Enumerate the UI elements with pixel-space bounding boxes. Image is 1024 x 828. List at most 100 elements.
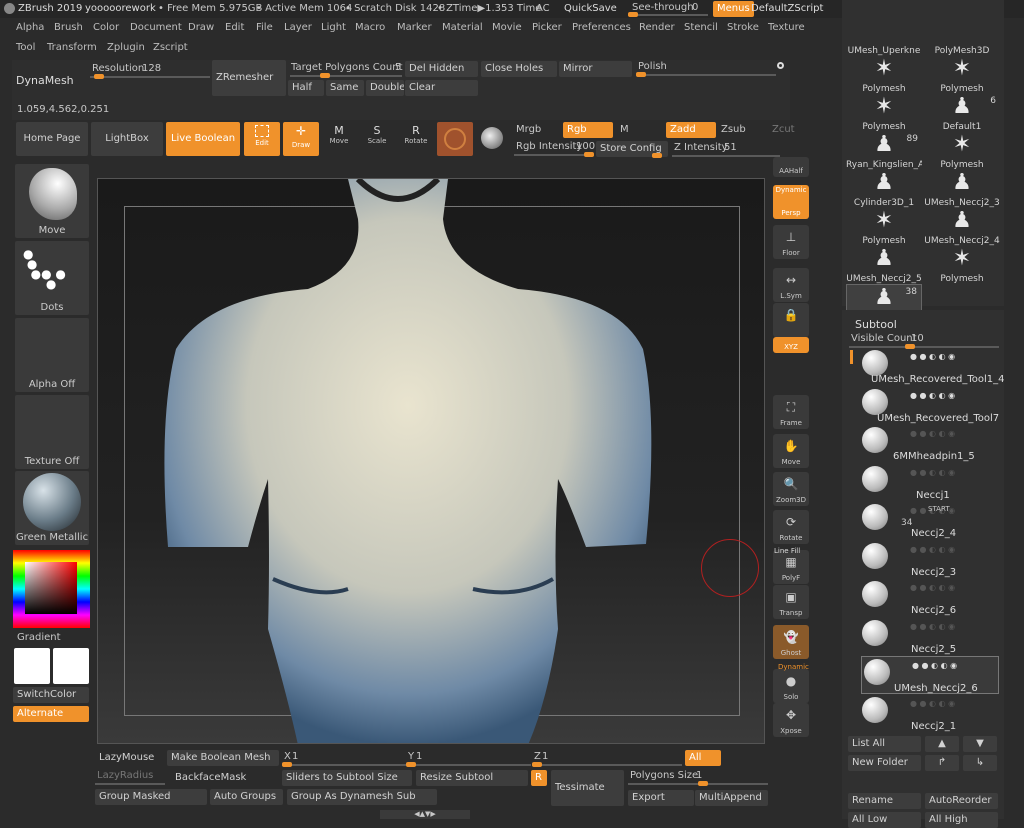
seethrough-label[interactable]: See-through xyxy=(632,2,694,13)
material-swatch-button[interactable] xyxy=(437,122,473,156)
z-slider-handle[interactable] xyxy=(532,762,542,767)
tool-tile[interactable]: ✶ Polymesh xyxy=(846,94,922,133)
x-slider-handle[interactable] xyxy=(282,762,292,767)
lazyradius-slider[interactable] xyxy=(95,783,165,785)
double-button[interactable]: Double xyxy=(366,80,404,96)
z-slider[interactable] xyxy=(532,764,682,766)
visibility-toggle-icon[interactable]: ● ● ◐ ◐ ◉ xyxy=(910,699,955,708)
all-button[interactable]: All xyxy=(685,750,721,766)
multiappend-button[interactable]: MultiAppend xyxy=(695,790,768,806)
polygons-size-label[interactable]: Polygons Size xyxy=(630,770,698,781)
tool-tile[interactable]: ♟ Cylinder3D_1 xyxy=(846,170,922,209)
rgb-intensity-slider[interactable] xyxy=(514,154,594,156)
menu-zplugin[interactable]: Zplugin xyxy=(107,42,145,53)
menu-marker[interactable]: Marker xyxy=(397,22,432,33)
menu-brush[interactable]: Brush xyxy=(54,22,83,33)
shelf-l.sym-button[interactable]: ↔ L.Sym xyxy=(773,268,809,302)
tool-tile[interactable]: ♟ Ryan_Kingslien_A 89 xyxy=(846,132,922,171)
tool-tile[interactable]: ✶ Polymesh xyxy=(924,132,1000,171)
menu-stencil[interactable]: Stencil xyxy=(684,22,718,33)
polish-slider-handle[interactable] xyxy=(636,72,646,77)
move-up-button[interactable]: ▲ xyxy=(925,736,959,752)
shelf-floor-button[interactable]: ⊥ Floor xyxy=(773,225,809,259)
resolution-slider-handle[interactable] xyxy=(94,74,104,79)
shelf-zoom3d-button[interactable]: 🔍 Zoom3D xyxy=(773,472,809,506)
rgb-button[interactable]: Rgb xyxy=(563,122,613,138)
menu-preferences[interactable]: Preferences xyxy=(572,22,631,33)
subtool-item[interactable]: ● ● ◐ ◐ ◉ 6MMheadpin1_5 xyxy=(850,425,1000,463)
zremesher-button[interactable]: ZRemesher xyxy=(212,60,286,96)
y-label[interactable]: Y xyxy=(408,751,414,762)
close-holes-button[interactable]: Close Holes xyxy=(481,61,557,77)
quicksave-button[interactable]: QuickSave xyxy=(564,3,617,14)
zsub-button[interactable]: Zsub xyxy=(721,124,746,135)
live-boolean-button[interactable]: Live Boolean xyxy=(166,122,240,156)
group-as-dynamesh-sub-button[interactable]: Group As Dynamesh Sub xyxy=(287,789,437,805)
menu-picker[interactable]: Picker xyxy=(532,22,562,33)
canvas[interactable] xyxy=(97,178,765,744)
shelf-xpose-button[interactable]: ✥ Xpose xyxy=(773,703,809,737)
scale-button[interactable]: S Scale xyxy=(363,124,391,154)
move-button[interactable]: M Move xyxy=(325,124,353,154)
bottom-tray-arrows-icon[interactable]: ◀▲▼▶ xyxy=(380,810,470,819)
polish-toggle-icon[interactable] xyxy=(777,62,784,69)
torso-model[interactable] xyxy=(98,179,765,744)
m-button[interactable]: M xyxy=(620,124,629,135)
defaultzscript-button[interactable]: DefaultZScript xyxy=(751,3,823,14)
menu-file[interactable]: File xyxy=(256,22,273,33)
material-button[interactable]: Green Metallic xyxy=(15,471,89,545)
shelf-solo-button[interactable]: ● Solo xyxy=(773,669,809,703)
x-label[interactable]: X xyxy=(284,751,291,762)
lightbox-button[interactable]: LightBox xyxy=(91,122,163,156)
menu-texture[interactable]: Texture xyxy=(768,22,805,33)
append-down-button[interactable]: ↳ xyxy=(963,755,997,771)
zadd-button[interactable]: Zadd xyxy=(666,122,716,138)
shelf-move-button[interactable]: ✋ Move xyxy=(773,434,809,468)
sliders-to-subtool-size-button[interactable]: Sliders to Subtool Size xyxy=(282,770,412,786)
color-picker[interactable] xyxy=(13,550,90,628)
visibility-toggle-icon[interactable]: ● ● ◐ ◐ ◉ xyxy=(910,429,955,438)
visibility-toggle-icon[interactable]: ● ● ◐ ◐ ◉ xyxy=(910,622,955,631)
dynamesh-button[interactable]: DynaMesh xyxy=(16,74,74,87)
list-all-button[interactable]: List All xyxy=(848,736,921,752)
shelf-polyf-button[interactable]: ▦ PolyF xyxy=(773,550,809,584)
lazyradius-label[interactable]: LazyRadius xyxy=(97,770,153,781)
tool-tile[interactable]: ♟ UMesh_Neccj2_5 xyxy=(846,246,922,285)
shelf-frame-button[interactable]: ⛶ Frame xyxy=(773,395,809,429)
zcut-button[interactable]: Zcut xyxy=(772,124,795,135)
shelf-aahalf-button[interactable]: AAHalf xyxy=(773,157,809,177)
tool-tile[interactable]: ✶ Polymesh xyxy=(846,56,922,95)
same-button[interactable]: Same xyxy=(326,80,364,96)
menu-draw[interactable]: Draw xyxy=(188,22,214,33)
subtool-item[interactable]: ● ● ◐ ◐ ◉ Neccj2_5 xyxy=(850,618,1000,656)
append-up-button[interactable]: ↱ xyxy=(925,755,959,771)
visibility-toggle-icon[interactable]: ● ● ◐ ◐ ◉ xyxy=(910,352,955,361)
tool-tile[interactable]: PolyMesh3D xyxy=(924,18,1000,56)
menu-render[interactable]: Render xyxy=(639,22,675,33)
secondary-color-swatch[interactable] xyxy=(53,648,89,684)
color-mode-icon[interactable] xyxy=(481,127,503,149)
visibility-toggle-icon[interactable]: ● ● ◐ ◐ ◉ xyxy=(910,545,955,554)
seethrough-slider[interactable] xyxy=(628,14,708,16)
tool-tile[interactable]: ✶ Polymesh xyxy=(924,246,1000,285)
menu-transform[interactable]: Transform xyxy=(47,42,97,53)
new-folder-button[interactable]: New Folder xyxy=(848,755,921,771)
brush-button[interactable]: Move xyxy=(15,164,89,238)
clear-button[interactable]: Clear xyxy=(405,80,478,96)
rename-button[interactable]: Rename xyxy=(848,793,921,809)
z-label[interactable]: Z xyxy=(534,751,541,762)
menu-layer[interactable]: Layer xyxy=(284,22,312,33)
menus-button[interactable]: Menus xyxy=(713,1,754,17)
shelf-lock-button[interactable]: 🔒 xyxy=(773,303,809,337)
subtool-item[interactable]: ● ● ◐ ◐ ◉ UMesh_Recovered_Tool7 xyxy=(850,387,1000,425)
menu-color[interactable]: Color xyxy=(93,22,119,33)
subtool-item[interactable]: ● ● ◐ ◐ ◉ Neccj2_3 xyxy=(850,541,1000,579)
shelf-transp-button[interactable]: ▣ Transp xyxy=(773,585,809,619)
menu-light[interactable]: Light xyxy=(321,22,346,33)
visibility-toggle-icon[interactable]: ● ● ◐ ◐ ◉ xyxy=(912,661,957,670)
subtool-scrollbar[interactable] xyxy=(850,350,853,364)
rgb-intensity-label[interactable]: Rgb Intensity xyxy=(516,141,582,152)
x-slider[interactable] xyxy=(282,764,407,766)
subtool-item[interactable]: ● ● ◐ ◐ ◉ UMesh_Neccj2_6 xyxy=(861,656,999,694)
target-polygons-label[interactable]: Target Polygons Count xyxy=(291,62,403,73)
